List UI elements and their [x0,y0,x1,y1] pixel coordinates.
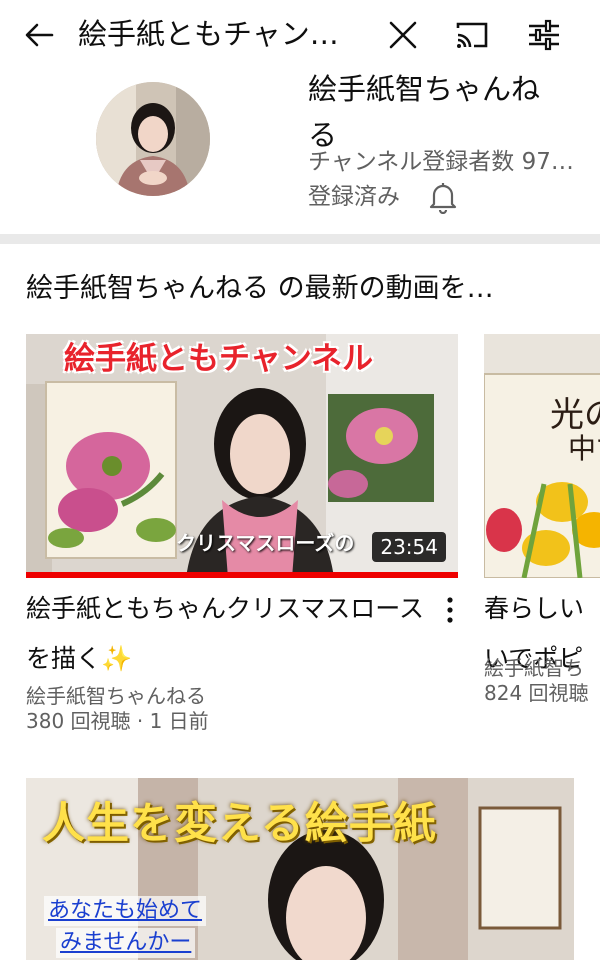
section-divider [0,234,600,244]
video-thumbnail[interactable]: 光の 中で [484,334,600,578]
video-meta: 380 回視聴 · 1 日前 [26,709,209,733]
back-arrow-icon[interactable] [22,18,56,52]
subscriber-count: チャンネル登録者数 97… [308,149,574,175]
video-title[interactable]: 絵手紙ともちゃんクリスマスロースを描く✨ [26,584,426,684]
video-channel[interactable]: 絵手紙智ち [484,656,600,680]
svg-text:光の: 光の [550,395,600,435]
thumbnail-caption: あなたも始めて [44,896,207,926]
channel-header[interactable]: 絵手紙智ちゃんね る チャンネル登録者数 97… 登録済み [0,72,600,234]
thumbnail-caption: クリスマスローズの [176,531,355,555]
close-icon[interactable] [386,18,420,52]
more-vertical-icon[interactable] [444,596,456,624]
thumbnail-caption: みませんかー [56,928,196,958]
video-duration: 23:54 [372,532,446,562]
shelf-title[interactable]: 絵手紙智ちゃんねる の最新の動画を… [26,270,586,308]
video-meta: 824 回視聴 [484,681,589,705]
channel-avatar[interactable] [96,82,210,196]
search-bar: 絵手紙ともチャン… [0,0,600,72]
search-query[interactable]: 絵手紙ともチャン… [78,14,368,54]
video-thumbnail-large[interactable]: 人生を変える絵手紙 あなたも始めて みませんかー [26,778,574,960]
svg-text:中で: 中で [568,432,600,465]
video-thumbnail[interactable]: 絵手紙ともチャンネル クリスマスローズの 23:54 [26,334,458,578]
channel-name[interactable]: 絵手紙智ちゃんね る [308,66,578,158]
watch-progress-bar [26,572,458,578]
video-card[interactable]: 絵手紙ともチャンネル クリスマスローズの 23:54 絵手紙ともちゃんクリスマス… [26,334,458,734]
bell-icon[interactable] [428,180,458,214]
cast-icon[interactable] [454,19,490,51]
thumbnail-heading: 人生を変える絵手紙 [42,799,437,849]
video-channel[interactable]: 絵手紙智ちゃんねる [26,684,458,708]
subscribed-button[interactable]: 登録済み [308,180,400,214]
thumbnail-heading: 絵手紙ともチャンネル [64,341,374,377]
video-card[interactable]: 光の 中で 春らしい いでポピ 絵手紙智ち 824 回視聴 [484,334,600,706]
filter-icon[interactable] [526,18,562,52]
